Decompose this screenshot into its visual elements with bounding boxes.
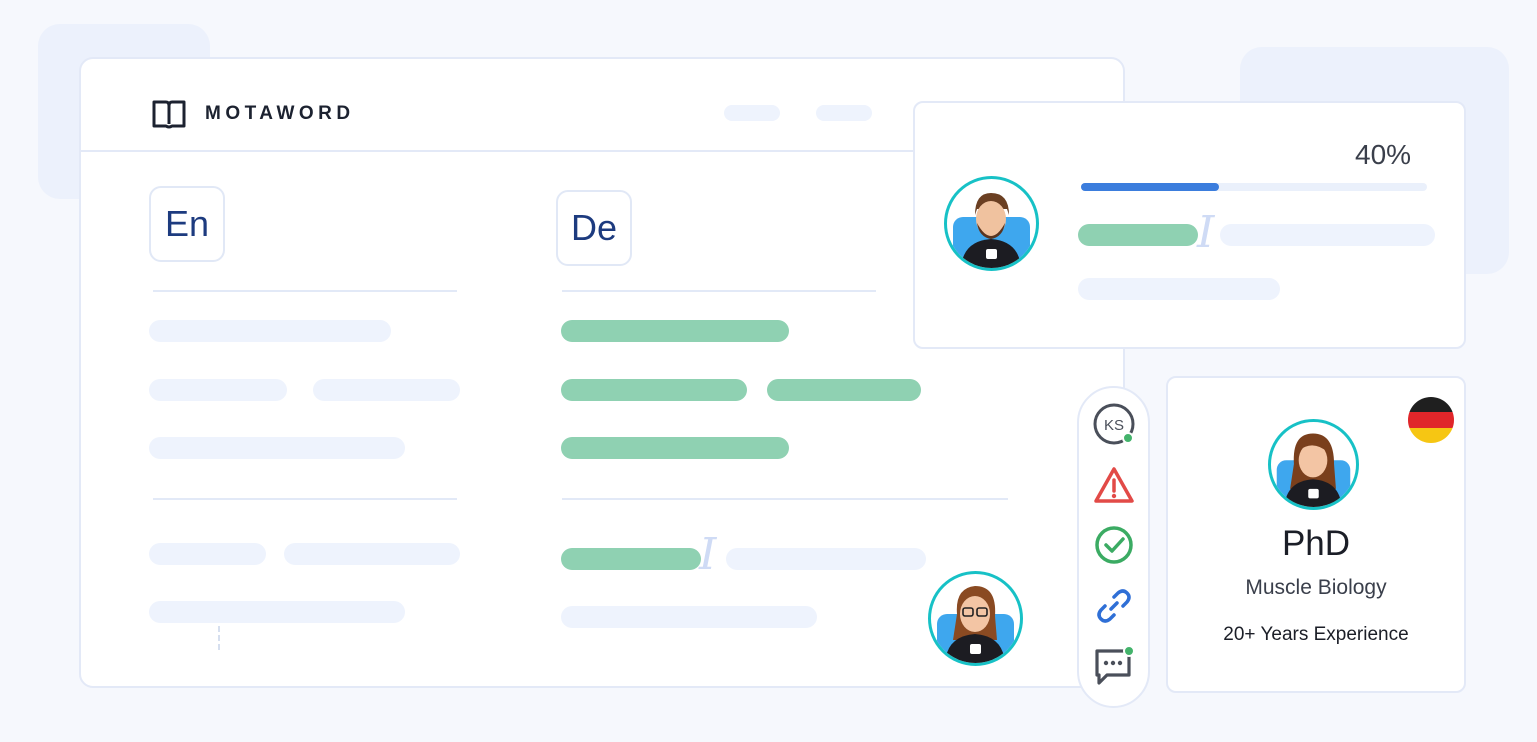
brand-logo[interactable]: MOTAWORD (151, 97, 355, 131)
segment-text-line[interactable] (1078, 278, 1280, 300)
translated-text-line[interactable] (561, 437, 789, 459)
source-text-line[interactable] (284, 543, 460, 565)
germany-flag-icon (1408, 397, 1454, 443)
source-text-line[interactable] (149, 601, 405, 623)
text-cursor-icon: I (1197, 207, 1215, 258)
target-language-badge[interactable]: De (556, 190, 632, 266)
source-text-line[interactable] (149, 320, 391, 342)
check-circle-icon[interactable] (1088, 519, 1140, 571)
translated-text-line[interactable] (767, 379, 921, 401)
untranslated-text-line[interactable] (726, 548, 926, 570)
woman-portrait-icon (1276, 433, 1351, 507)
translator-avatar[interactable] (928, 571, 1023, 666)
man-portrait-icon (953, 193, 1030, 268)
target-divider-mid (562, 498, 1008, 500)
progress-bar-track (1081, 183, 1427, 191)
profile-experience: 20+ Years Experience (1223, 624, 1409, 645)
source-text-line[interactable] (149, 437, 405, 459)
untranslated-text-line[interactable] (561, 606, 817, 628)
open-book-icon (151, 97, 187, 131)
text-cursor-icon: I (699, 529, 717, 580)
source-divider-mid (153, 498, 457, 500)
user-initials-icon[interactable]: KS (1088, 398, 1140, 450)
brand-name: MOTAWORD (205, 103, 355, 124)
progress-bar-fill (1081, 183, 1220, 191)
profile-field: Muscle Biology (1245, 576, 1387, 599)
translated-text-line[interactable] (561, 320, 789, 342)
translator-profile-avatar[interactable] (1268, 419, 1359, 510)
translated-text-line[interactable] (561, 379, 747, 401)
source-divider-top (153, 290, 457, 292)
segment-text-line[interactable] (1078, 224, 1198, 246)
nav-placeholder-1[interactable] (724, 105, 780, 121)
nav-placeholder-2[interactable] (816, 105, 872, 121)
translator-profile-card: PhD Muscle Biology 20+ Years Experience (1166, 376, 1466, 693)
profile-degree: PhD (1281, 524, 1351, 563)
source-text-line[interactable] (313, 379, 460, 401)
reviewer-avatar[interactable] (944, 176, 1039, 271)
warning-icon[interactable] (1088, 460, 1140, 512)
source-text-line[interactable] (149, 379, 287, 401)
progress-card: 40% I (913, 101, 1466, 349)
link-icon[interactable] (1088, 580, 1140, 632)
segment-text-line[interactable] (1220, 224, 1435, 246)
source-text-line[interactable] (149, 543, 266, 565)
translated-text-line-active[interactable] (561, 548, 701, 570)
source-language-badge[interactable]: En (149, 186, 225, 262)
vertical-toolbar: KS (1077, 386, 1150, 708)
source-text-caret (218, 626, 220, 650)
svg-text:KS: KS (1104, 417, 1124, 434)
progress-percent: 40% (1355, 139, 1412, 170)
woman-portrait-icon (937, 586, 1014, 663)
chat-icon[interactable] (1088, 640, 1140, 692)
target-divider-top (562, 290, 876, 292)
